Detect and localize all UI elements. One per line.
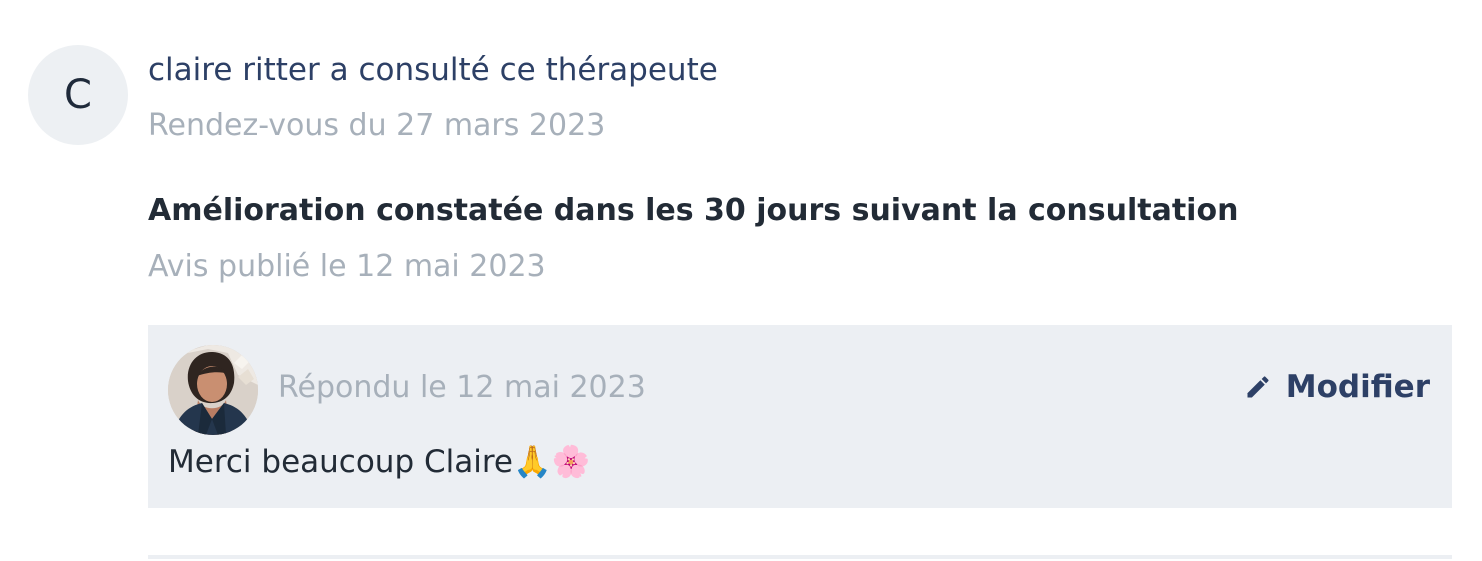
- edit-reply-button[interactable]: Modifier: [1244, 369, 1430, 405]
- author-line: claire ritter a consulté ce thérapeute: [148, 52, 718, 88]
- reply-date: Répondu le 12 mai 2023: [278, 370, 646, 405]
- review-title: Amélioration constatée dans les 30 jours…: [148, 193, 1239, 228]
- therapist-avatar: [168, 345, 258, 435]
- reply-message: Merci beaucoup Claire🙏🌸: [168, 444, 591, 480]
- appointment-date: Rendez-vous du 27 mars 2023: [148, 108, 606, 143]
- edit-reply-label: Modifier: [1285, 369, 1430, 405]
- review-card: C claire ritter a consulté ce thérapeute…: [0, 0, 1482, 561]
- reply-box: Répondu le 12 mai 2023 Modifier Merci be…: [148, 325, 1452, 508]
- published-date: Avis publié le 12 mai 2023: [148, 249, 546, 284]
- pencil-icon: [1244, 373, 1272, 401]
- divider: [148, 555, 1452, 559]
- author-avatar: C: [28, 45, 128, 145]
